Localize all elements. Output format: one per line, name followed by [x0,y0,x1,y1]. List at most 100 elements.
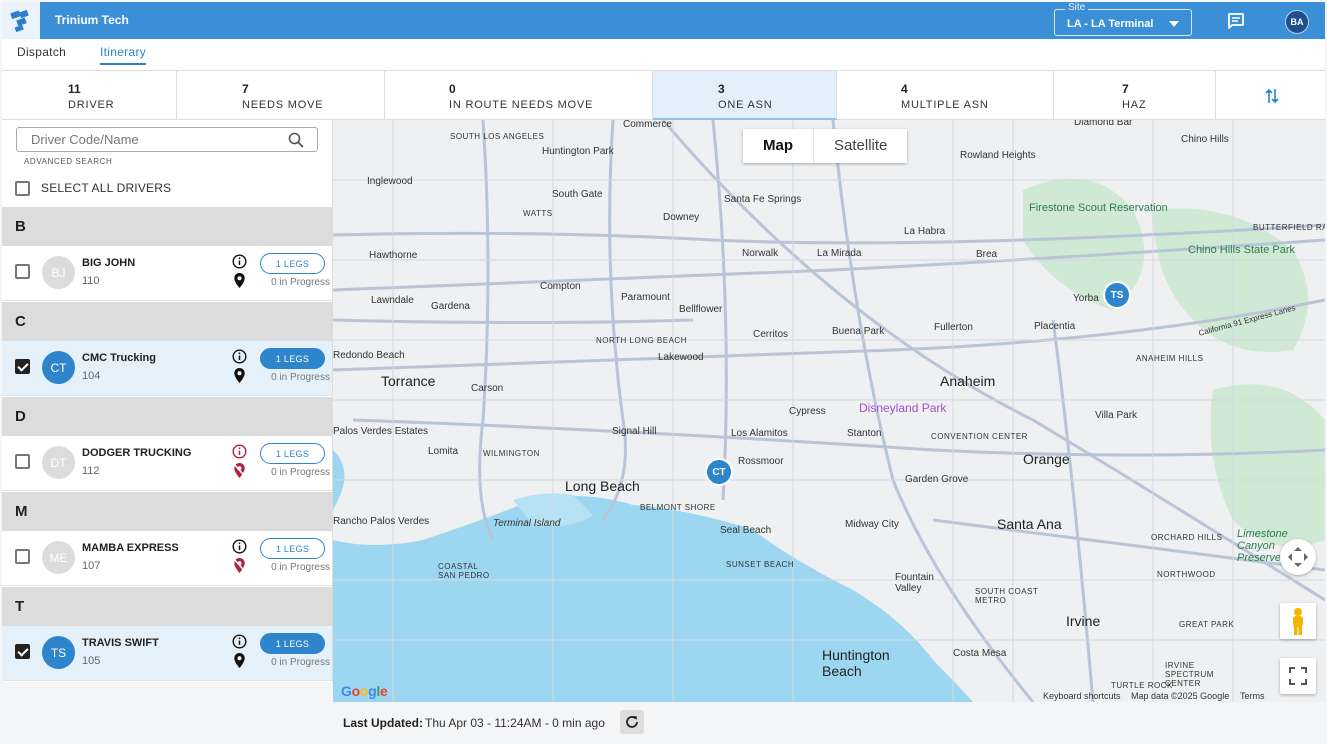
map-label: Cypress [789,406,826,417]
legs-button[interactable]: 1 LEGS [260,443,325,464]
refresh-icon [626,716,638,728]
driver-row[interactable]: TS TRAVIS SWIFT 105 1 LEGS 0 in Progress [2,626,332,681]
location-off-icon[interactable] [233,557,246,574]
group-letter: B [15,218,26,235]
legs-button[interactable]: 1 LEGS [260,253,325,274]
group-header: C [2,302,332,341]
stat-driver[interactable]: 11 DRIVER [2,71,177,120]
sort-icon[interactable] [1264,87,1280,105]
map-label: Chino Hills State Park [1188,244,1295,256]
map-label: SUNSET BEACH [726,560,795,569]
map-label: Hawthorne [369,250,418,261]
driver-code: 105 [82,655,101,667]
map-label: ORCHARD HILLS [1151,533,1223,542]
driver-checkbox[interactable] [15,264,30,279]
street-view-pegman[interactable] [1280,603,1316,639]
driver-row[interactable]: ME MAMBA EXPRESS 107 1 LEGS 0 in Progres… [2,531,332,586]
driver-progress: 0 in Progress [271,562,330,573]
driver-checkbox[interactable] [15,644,30,659]
stat-multiple-asn[interactable]: 4 MULTIPLE ASN [837,71,1054,120]
driver-marker-ts[interactable]: TS [1103,281,1131,309]
map-label: Paramount [621,292,670,303]
map-label: CONVENTION CENTER [931,432,1028,441]
driver-avatar: DT [42,446,75,479]
map-label: Torrance [381,373,436,389]
stat-one-asn[interactable]: 3 ONE ASN [653,71,837,120]
driver-progress: 0 in Progress [271,277,330,288]
driver-checkbox[interactable] [15,454,30,469]
map-label: Firestone Scout Reservation [1029,202,1168,214]
stat-driver-label: DRIVER [68,99,115,111]
group-letter: T [15,598,25,615]
map-label: Rancho Palos Verdes [333,516,430,527]
driver-name: MAMBA EXPRESS [82,542,179,554]
stat-in-route-needs-move[interactable]: 0 IN ROUTE NEEDS MOVE [385,71,653,120]
driver-row[interactable]: CT CMC Trucking 104 1 LEGS 0 in Progress [2,341,332,396]
driver-checkbox[interactable] [15,549,30,564]
stat-one-asn-label: ONE ASN [718,99,773,111]
legs-button[interactable]: 1 LEGS [260,538,325,559]
driver-name: DODGER TRUCKING [82,447,192,459]
terms-link[interactable]: Terms [1240,691,1265,701]
map-label: La Mirada [817,248,862,259]
chat-icon[interactable] [1226,11,1246,31]
legs-button[interactable]: 1 LEGS [260,348,325,369]
info-icon[interactable] [232,254,247,269]
map-label: Signal Hill [612,426,657,437]
driver-code: 110 [82,275,100,287]
map-type-map-button[interactable]: Map [743,129,813,163]
site-select[interactable]: Site LA - LA Terminal [1054,2,1192,36]
map-type-control: Map Satellite [743,129,908,163]
driver-row[interactable]: DT DODGER TRUCKING 112 1 LEGS 0 in Progr… [2,436,332,491]
user-avatar[interactable]: BA [1285,10,1309,34]
driver-marker-ct[interactable]: CT [705,458,733,486]
search-icon[interactable] [288,132,304,148]
info-icon[interactable] [232,349,247,364]
group-header: B [2,207,332,246]
location-off-icon[interactable] [233,462,246,479]
map-label: BUTTERFIELD RANCH [1253,223,1325,232]
map-label: Fountain Valley [895,572,934,594]
map-label: Santa Ana [997,516,1062,532]
tab-dispatch[interactable]: Dispatch [17,45,66,59]
driver-code: 112 [82,465,100,477]
nav-tabs: Dispatch Itinerary [2,39,1325,70]
map-label: Rowland Heights [960,150,1036,161]
location-pin-icon[interactable] [233,652,246,669]
map-label: Irvine [1066,613,1101,629]
pan-arrows-icon [1288,547,1308,567]
location-pin-icon[interactable] [233,272,246,289]
map-label: Diamond Bar [1074,120,1133,128]
info-icon[interactable] [232,634,247,649]
tab-itinerary[interactable]: Itinerary [100,45,147,65]
driver-search-input[interactable] [17,128,287,151]
app-logo[interactable] [2,2,40,39]
map-label: Yorba [1073,293,1099,304]
stat-in-route-label: IN ROUTE NEEDS MOVE [449,99,594,111]
last-updated-value: Thu Apr 03 - 11:24AM - 0 min ago [425,716,605,730]
driver-row[interactable]: BJ BIG JOHN 110 1 LEGS 0 in Progress [2,246,332,301]
keyboard-shortcuts-link[interactable]: Keyboard shortcuts [1043,691,1121,701]
advanced-search-link[interactable]: ADVANCED SEARCH [24,157,112,166]
top-bar: Trinium Tech Site LA - LA Terminal BA [2,2,1325,39]
fullscreen-button[interactable] [1280,658,1316,694]
location-pin-icon[interactable] [233,367,246,384]
stat-haz-count: 7 [1122,82,1129,96]
map-type-satellite-button[interactable]: Satellite [813,129,907,163]
info-icon[interactable] [232,539,247,554]
stat-haz[interactable]: 7 HAZ [1054,71,1216,120]
trinium-logo-icon [10,9,29,32]
legs-button[interactable]: 1 LEGS [260,633,325,654]
map-pan-control[interactable] [1280,539,1316,575]
site-select-legend: Site [1065,2,1089,13]
map-view[interactable]: Commerce Diamond Bar Chino Hills SOUTH L… [333,120,1325,702]
select-all-checkbox[interactable] [15,180,30,196]
group-letter: M [15,503,28,520]
driver-checkbox[interactable] [15,359,30,374]
info-alert-icon[interactable] [232,444,247,459]
select-all-drivers[interactable]: SELECT ALL DRIVERS [15,180,171,196]
stat-needs-move[interactable]: 7 NEEDS MOVE [177,71,385,120]
map-label: Huntington Beach [822,647,890,679]
driver-search [16,127,318,152]
refresh-button[interactable] [620,710,644,734]
